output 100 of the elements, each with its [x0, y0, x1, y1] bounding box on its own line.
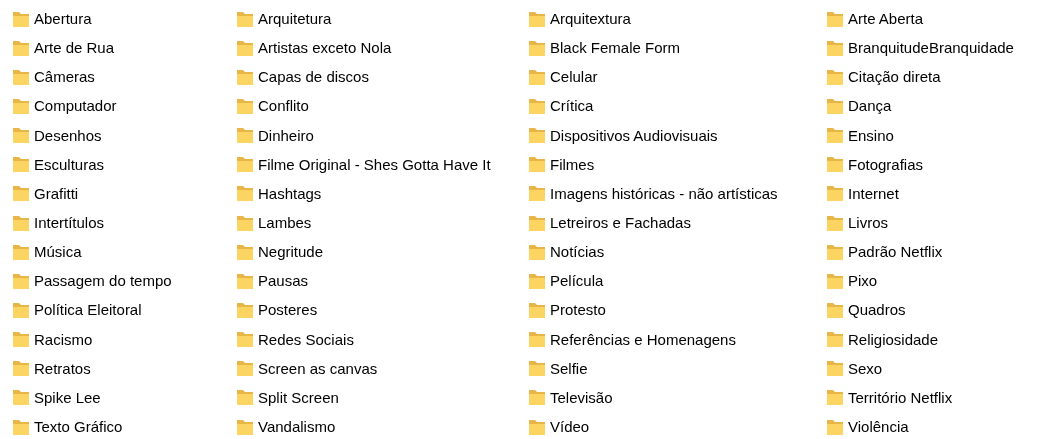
folder-item[interactable]: Celular: [528, 67, 600, 86]
folder-item[interactable]: Citação direta: [826, 67, 943, 86]
folder-item[interactable]: Arquitextura: [528, 9, 633, 28]
folder-icon: [826, 330, 844, 349]
folder-icon: [826, 271, 844, 290]
folder-icon: [236, 38, 254, 57]
folder-icon: [12, 417, 30, 436]
folder-item[interactable]: Pausas: [236, 271, 311, 290]
folder-icon: [12, 359, 30, 378]
folder-item[interactable]: Arte Aberta: [826, 9, 926, 28]
folder-icon: [236, 417, 254, 436]
folder-icon: [236, 359, 254, 378]
folder-item[interactable]: Padrão Netflix: [826, 242, 945, 261]
folder-item[interactable]: Ensino: [826, 126, 896, 145]
folder-item[interactable]: Posteres: [236, 300, 320, 319]
folder-item[interactable]: Split Screen: [236, 388, 341, 407]
folder-item[interactable]: Computador: [12, 97, 119, 115]
folder-item[interactable]: Abertura: [12, 9, 94, 28]
folder-icon: [528, 38, 546, 57]
folder-item[interactable]: Televisão: [528, 388, 615, 407]
folder-icon: [236, 97, 254, 115]
folder-item[interactable]: Desenhos: [12, 126, 104, 145]
folder-item[interactable]: Filmes: [528, 155, 597, 174]
folder-item[interactable]: Esculturas: [12, 155, 107, 174]
folder-icon: [12, 9, 30, 28]
folder-icon: [12, 213, 30, 232]
folder-icon: [528, 242, 546, 261]
folder-icon: [826, 9, 844, 28]
folder-icon: [528, 9, 546, 28]
folder-item[interactable]: Protesto: [528, 300, 608, 319]
folder-icon: [826, 97, 844, 115]
folder-icon: [236, 242, 254, 261]
folder-item[interactable]: Arte de Rua: [12, 38, 117, 57]
folder-item[interactable]: Dispositivos Audiovisuais: [528, 126, 720, 145]
folder-item[interactable]: Fotografias: [826, 155, 926, 174]
folder-item[interactable]: Vandalismo: [236, 417, 338, 436]
folder-item[interactable]: Redes Sociais: [236, 330, 356, 349]
folder-item[interactable]: Artistas exceto Nola: [236, 38, 394, 57]
folder-item[interactable]: Grafitti: [12, 184, 81, 203]
folder-item[interactable]: Intertítulos: [12, 213, 107, 232]
folder-item[interactable]: Lambes: [236, 213, 314, 232]
folder-item[interactable]: Screen as canvas: [236, 359, 380, 378]
folder-item[interactable]: Música: [12, 242, 84, 261]
folder-icon: [826, 155, 844, 174]
folder-icon: [236, 271, 254, 290]
folder-icon: [528, 417, 546, 436]
folder-item[interactable]: Notícias: [528, 242, 607, 261]
folder-icon: [12, 155, 30, 174]
folder-icon: [236, 213, 254, 232]
folder-item[interactable]: Religiosidade: [826, 330, 941, 349]
folder-item[interactable]: Película: [528, 271, 606, 290]
folder-icon: [12, 388, 30, 407]
folder-item[interactable]: Filme Original - Shes Gotta Have It: [236, 155, 493, 174]
folder-item[interactable]: Referências e Homenagens: [528, 330, 738, 349]
folder-item[interactable]: Passagem do tempo: [12, 271, 174, 290]
folder-item[interactable]: Quadros: [826, 300, 908, 319]
folder-item[interactable]: Hashtags: [236, 184, 324, 203]
folder-icon: [528, 300, 546, 319]
folder-item[interactable]: Imagens históricas - não artísticas: [528, 184, 780, 203]
folder-icon: [12, 67, 30, 86]
folder-icon: [528, 184, 546, 203]
folder-icon: [528, 330, 546, 349]
folder-item[interactable]: Arquitetura: [236, 9, 334, 28]
folder-icon: [826, 126, 844, 145]
folder-item[interactable]: Território Netflix: [826, 388, 955, 407]
folder-item[interactable]: Violência: [826, 417, 911, 436]
folder-icon: [236, 300, 254, 319]
folder-item[interactable]: Política Eleitoral: [12, 300, 144, 319]
folder-icon: [826, 300, 844, 319]
folder-item[interactable]: Texto Gráfico: [12, 417, 125, 436]
folder-icon: [826, 184, 844, 203]
folder-item[interactable]: Spike Lee: [12, 388, 103, 407]
folder-item[interactable]: Crítica: [528, 97, 596, 115]
folder-item[interactable]: Internet: [826, 184, 901, 203]
folder-item[interactable]: Capas de discos: [236, 67, 371, 86]
folder-icon: [826, 359, 844, 378]
folder-icon: [12, 330, 30, 349]
folder-icon: [12, 271, 30, 290]
folder-item[interactable]: Dança: [826, 97, 894, 115]
folder-icon: [826, 388, 844, 407]
folder-item[interactable]: Black Female Form: [528, 38, 683, 57]
folder-icon: [528, 359, 546, 378]
folder-item[interactable]: Letreiros e Fachadas: [528, 213, 693, 232]
folder-item[interactable]: Selfie: [528, 359, 590, 378]
folder-item[interactable]: Vídeo: [528, 417, 592, 436]
folder-item[interactable]: Livros: [826, 213, 890, 232]
folder-icon: [12, 126, 30, 145]
folder-item[interactable]: Câmeras: [12, 67, 97, 86]
folder-item[interactable]: Negritude: [236, 242, 326, 261]
folder-item[interactable]: Dinheiro: [236, 126, 316, 145]
folder-item[interactable]: Pixo: [826, 271, 880, 290]
folder-icon: [528, 97, 546, 115]
folder-item[interactable]: BranquitudeBranquidade: [826, 38, 1016, 57]
folder-item[interactable]: Retratos: [12, 359, 93, 378]
folder-icon: [236, 67, 254, 86]
folder-item[interactable]: Sexo: [826, 359, 885, 378]
folder-icon: [236, 388, 254, 407]
folder-item[interactable]: Conflito: [236, 97, 311, 115]
folder-icon: [236, 330, 254, 349]
folder-item[interactable]: Racismo: [12, 330, 95, 349]
